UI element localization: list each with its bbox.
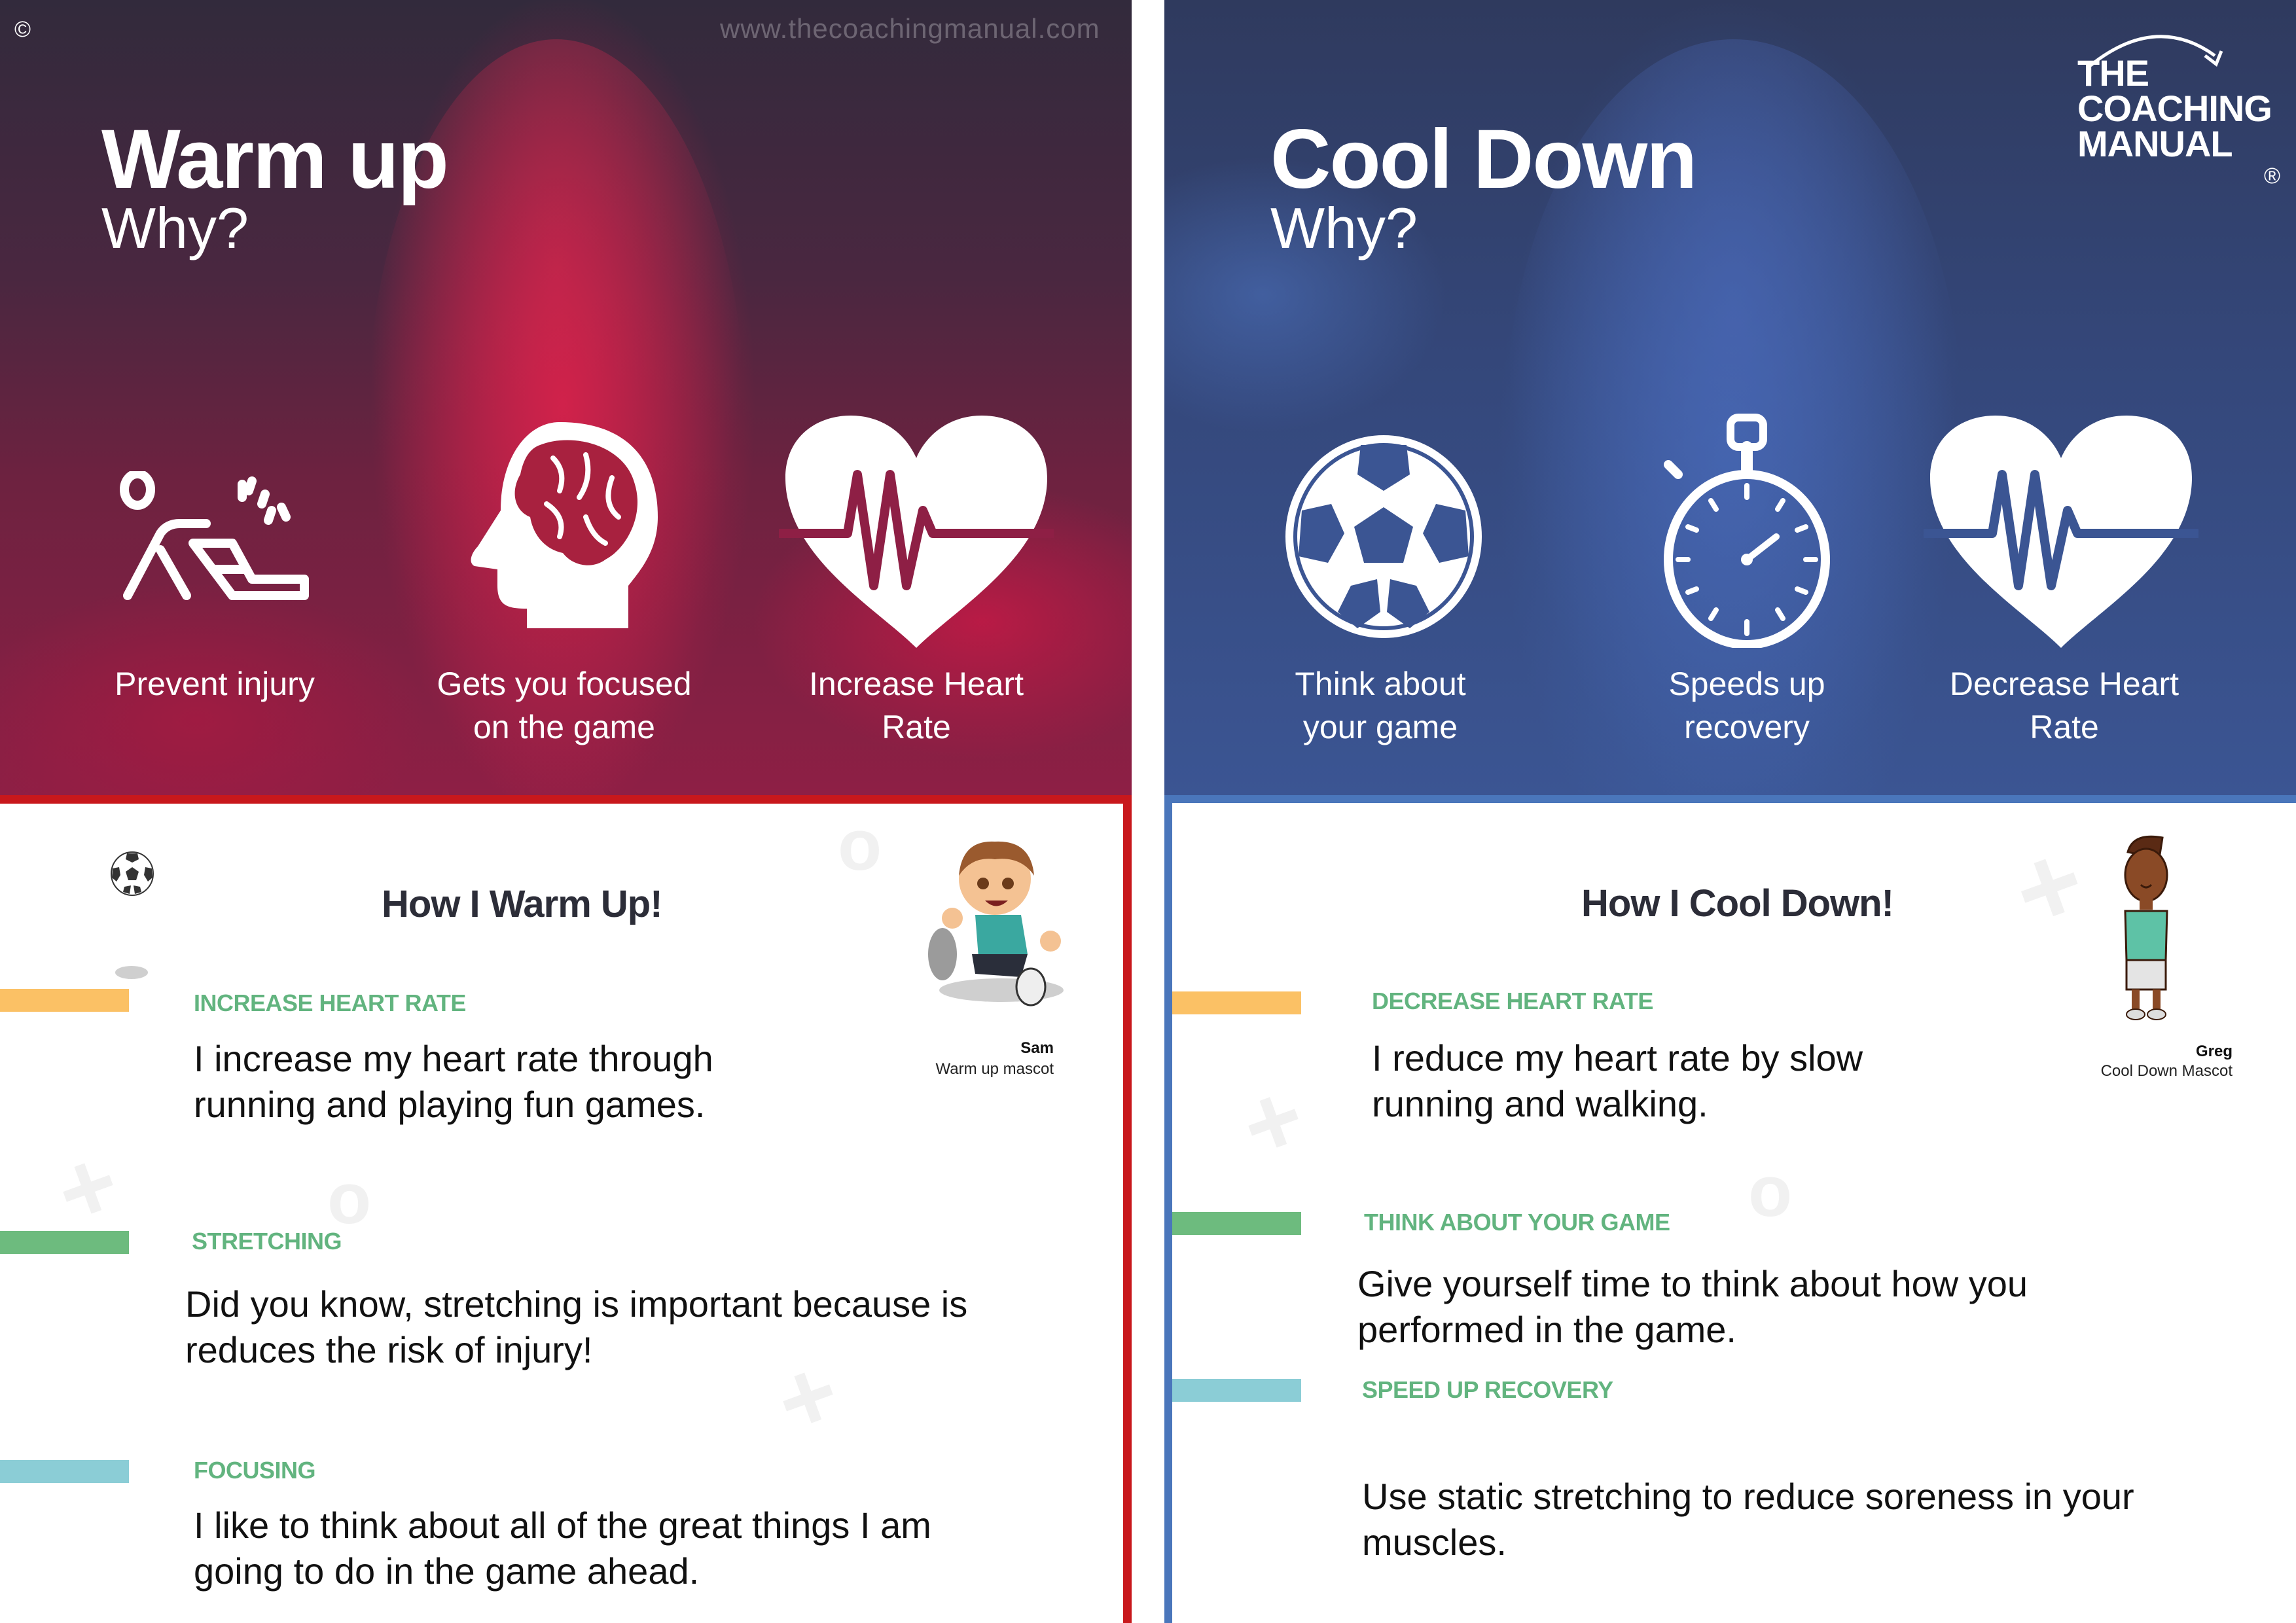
reason-label-line: Think about (1295, 666, 1466, 702)
reason-label-line: Rate (882, 709, 951, 745)
stopwatch-icon (1652, 412, 1842, 648)
stripe-teal (0, 1460, 129, 1483)
cool-down-border-left (1164, 795, 1172, 1623)
item-body: Use static stretching to reduce soreness… (1362, 1474, 2278, 1565)
soccer-ball-icon (1279, 432, 1488, 641)
reason-label-line: Prevent injury (115, 666, 315, 702)
item-body: I like to think about all of the great t… (194, 1503, 1110, 1594)
warm-up-title: Warm up (101, 113, 449, 206)
heart-rate-icon (779, 412, 1054, 648)
cool-down-content: + + o How I Cool Down! Greg Cool Down Ma… (1172, 803, 2296, 1623)
reason-label-prevent-injury: Prevent injury (45, 662, 385, 705)
warm-up-content: + o + o How I Warm Up! Sam Warm up masco… (0, 804, 1123, 1623)
cool-down-section-title: How I Cool Down! (1581, 882, 1894, 925)
warm-up-border-top (0, 795, 1132, 804)
soccer-ball-small-icon (110, 851, 154, 896)
reason-label-decrease-heart-rate: Decrease Heart Rate (1894, 662, 2234, 749)
item-body-line: going to do in the game ahead. (194, 1550, 700, 1592)
cool-down-hero-panel: Cool Down Why? THE COACHING MANUAL ® Thi… (1164, 0, 2296, 795)
item-body: I increase my heart rate through running… (194, 1036, 1110, 1128)
stripe-green (1172, 1212, 1301, 1235)
heart-rate-icon (1924, 412, 2198, 648)
item-body: I reduce my heart rate by slow running a… (1372, 1035, 2288, 1127)
logo-text: THE COACHING MANUAL (2077, 52, 2272, 164)
website-url[interactable]: www.thecoachingmanual.com (720, 13, 1100, 45)
item-body-line: I like to think about all of the great t… (194, 1505, 931, 1546)
stripe-green (0, 1231, 129, 1254)
reason-label-think-about-game: Think about your game (1210, 662, 1551, 749)
item-heading: STRETCHING (192, 1228, 342, 1255)
greg-mascot-image (2113, 832, 2179, 1022)
item-body-line: Did you know, stretching is important be… (185, 1283, 968, 1325)
reason-label-line: on the game (473, 709, 655, 745)
tactic-circle-watermark: o (1748, 1151, 1793, 1232)
cool-down-title: Cool Down (1270, 113, 1697, 206)
reason-label-increase-heart-rate: Increase Heart Rate (746, 662, 1086, 749)
reason-label-line: Rate (2030, 709, 2099, 745)
warm-up-subtitle: Why? (101, 196, 249, 260)
reason-label-line: your game (1302, 709, 1458, 745)
item-body-line: performed in the game. (1357, 1309, 1736, 1350)
stretching-person-icon (115, 471, 324, 602)
item-heading: DECREASE HEART RATE (1372, 988, 1653, 1014)
cool-down-border-top (1164, 795, 2296, 803)
tactic-circle-watermark: o (838, 805, 882, 885)
reason-label-line: Decrease Heart (1949, 666, 2179, 702)
item-body-line: running and walking. (1372, 1083, 1708, 1124)
reason-label-line: Increase Heart (809, 666, 1024, 702)
item-body-line: reduces the risk of injury! (185, 1329, 593, 1370)
item-body-line: I increase my heart rate through (194, 1038, 713, 1079)
item-body: Did you know, stretching is important be… (185, 1281, 1102, 1373)
stripe-teal (1172, 1379, 1301, 1402)
warm-up-hero-panel: © www.thecoachingmanual.com Warm up Why?… (0, 0, 1132, 795)
item-body-line: running and playing fun games. (194, 1084, 706, 1125)
stripe-yellow (0, 989, 129, 1012)
item-body-line: muscles. (1362, 1522, 1507, 1563)
sam-mascot-image (923, 830, 1067, 1007)
tactic-cross-watermark: + (1227, 1060, 1319, 1183)
reason-label-line: Speeds up (1668, 666, 1825, 702)
brain-head-icon (461, 419, 671, 635)
cool-down-subtitle: Why? (1270, 196, 1418, 260)
item-heading: FOCUSING (194, 1457, 316, 1484)
item-heading: SPEED UP RECOVERY (1362, 1376, 1613, 1403)
reason-label-speeds-up-recovery: Speeds up recovery (1577, 662, 1917, 749)
item-heading: THINK ABOUT YOUR GAME (1364, 1209, 1670, 1236)
item-body: Give yourself time to think about how yo… (1357, 1261, 2274, 1353)
reason-label-focused: Gets you focused on the game (394, 662, 734, 749)
reason-label-line: Gets you focused (437, 666, 692, 702)
stripe-yellow (1172, 991, 1301, 1014)
ball-shadow (115, 966, 148, 979)
warm-up-border-right (1123, 795, 1132, 1623)
copyright-icon: © (14, 17, 31, 42)
item-body-line: Use static stretching to reduce soreness… (1362, 1476, 2134, 1517)
item-heading: INCREASE HEART RATE (194, 990, 466, 1016)
tactic-cross-watermark: + (1997, 817, 2101, 957)
registered-icon: ® (2264, 164, 2281, 188)
item-body-line: I reduce my heart rate by slow (1372, 1037, 1863, 1079)
warm-up-section-title: How I Warm Up! (382, 883, 663, 925)
reason-label-line: recovery (1684, 709, 1810, 745)
item-body-line: Give yourself time to think about how yo… (1357, 1263, 2028, 1304)
